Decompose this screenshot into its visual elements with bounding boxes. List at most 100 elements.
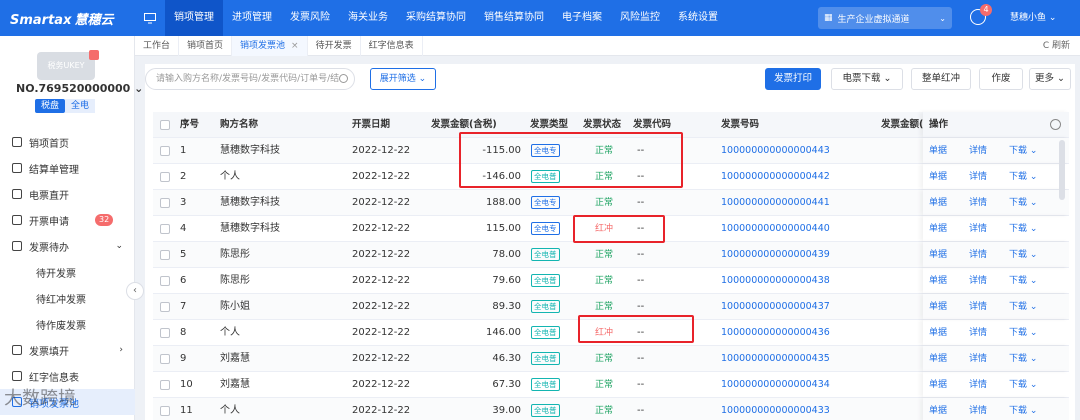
row-checkbox[interactable] (160, 146, 170, 156)
invoice-number-link[interactable]: 100000000000000438 (721, 268, 830, 294)
nav-purchase[interactable]: 进项管理 (223, 0, 281, 36)
user-menu[interactable]: 慧穗小鱼 ⌄ (1010, 0, 1056, 36)
row-checkbox[interactable] (160, 198, 170, 208)
doc-link[interactable]: 单据 (929, 190, 947, 216)
nav-risk-monitor[interactable]: 风险监控 (611, 0, 669, 36)
download-dropdown[interactable]: 下载 ⌄ (1009, 242, 1037, 268)
tab-pending-issue[interactable]: 待开发票 (308, 35, 361, 56)
row-checkbox[interactable] (160, 172, 170, 182)
tab-workbench[interactable]: 工作台 (135, 35, 180, 56)
tab-sales-home[interactable]: 销项首页 (179, 35, 233, 56)
void-button[interactable]: 作废 (979, 68, 1023, 90)
sidebar-item-e-invoice[interactable]: 电票直开 (0, 181, 135, 207)
sidebar-item-fill[interactable]: 发票填开 › (0, 337, 135, 363)
nav-customs[interactable]: 海关业务 (339, 0, 397, 36)
print-invoice-button[interactable]: 发票打印 (765, 68, 821, 90)
table-row[interactable]: 10 刘嘉慧 2022-12-22 67.30 全电普 正常 -- 1000000000000… (153, 372, 1069, 398)
table-row[interactable]: 3 慧穗数字科技 2022-12-22 188.00 全电专 正常 -- 1000000000… (153, 190, 1069, 216)
row-checkbox[interactable] (160, 276, 170, 286)
download-dropdown[interactable]: 下载 ⌄ (1009, 320, 1037, 346)
invoice-number-link[interactable]: 100000000000000434 (721, 372, 830, 398)
nav-invoice-risk[interactable]: 发票风险 (281, 0, 339, 36)
detail-link[interactable]: 详情 (969, 372, 987, 398)
doc-link[interactable]: 单据 (929, 138, 947, 164)
detail-link[interactable]: 详情 (969, 268, 987, 294)
mode-taxdisk[interactable]: 税盘 (35, 99, 65, 113)
more-button[interactable]: 更多 ⌄ (1029, 68, 1071, 90)
sidebar-item-sales-home[interactable]: 销项首页 (0, 129, 135, 155)
detail-link[interactable]: 详情 (969, 164, 987, 190)
detail-link[interactable]: 详情 (969, 346, 987, 372)
doc-link[interactable]: 单据 (929, 346, 947, 372)
detail-link[interactable]: 详情 (969, 242, 987, 268)
invoice-number-link[interactable]: 100000000000000435 (721, 346, 830, 372)
detail-link[interactable]: 详情 (969, 398, 987, 420)
download-dropdown[interactable]: 下载 ⌄ (1009, 164, 1037, 190)
tab-invoice-pool[interactable]: 销项发票池 × (232, 35, 308, 56)
invoice-number-link[interactable]: 100000000000000439 (721, 242, 830, 268)
download-dropdown[interactable]: 下载 ⌄ (1009, 138, 1037, 164)
doc-link[interactable]: 单据 (929, 268, 947, 294)
nav-settings[interactable]: 系统设置 (669, 0, 727, 36)
download-dropdown[interactable]: 下载 ⌄ (1009, 372, 1037, 398)
nav-sales-settlement[interactable]: 销售结算协同 (475, 0, 553, 36)
row-checkbox[interactable] (160, 354, 170, 364)
invoice-number-link[interactable]: 100000000000000441 (721, 190, 830, 216)
detail-link[interactable]: 详情 (969, 190, 987, 216)
invoice-number-link[interactable]: 100000000000000443 (721, 138, 830, 164)
column-settings-icon[interactable] (1050, 119, 1061, 130)
row-checkbox[interactable] (160, 302, 170, 312)
row-checkbox[interactable] (160, 406, 170, 416)
ukey-device[interactable]: 税务UKEY (37, 50, 99, 80)
sidebar-collapse-button[interactable]: ‹ (126, 282, 144, 300)
tax-number-selector[interactable]: NO.769520000000 ⌄ (16, 82, 143, 95)
doc-link[interactable]: 单据 (929, 372, 947, 398)
sidebar-item-todo[interactable]: 发票待办 ⌄ (0, 233, 135, 259)
row-checkbox[interactable] (160, 380, 170, 390)
doc-link[interactable]: 单据 (929, 164, 947, 190)
download-dropdown[interactable]: 下载 ⌄ (1009, 268, 1037, 294)
row-checkbox[interactable] (160, 328, 170, 338)
download-dropdown[interactable]: 下载 ⌄ (1009, 398, 1037, 420)
nav-e-archive[interactable]: 电子档案 (553, 0, 611, 36)
invoice-number-link[interactable]: 100000000000000436 (721, 320, 830, 346)
doc-link[interactable]: 单据 (929, 216, 947, 242)
vertical-scrollbar[interactable] (1059, 140, 1065, 200)
nav-sales[interactable]: 销项管理 (165, 0, 223, 36)
download-dropdown[interactable]: 下载 ⌄ (1009, 190, 1037, 216)
invoice-number-link[interactable]: 100000000000000442 (721, 164, 830, 190)
doc-link[interactable]: 单据 (929, 242, 947, 268)
detail-link[interactable]: 详情 (969, 320, 987, 346)
table-row[interactable]: 11 个人 2022-12-22 39.00 全电普 正常 -- 10000000000000… (153, 398, 1069, 420)
expand-filter-button[interactable]: 展开筛选 ⌄ (370, 68, 436, 90)
detail-link[interactable]: 详情 (969, 294, 987, 320)
logo[interactable]: Smartax 慧穗云 (0, 9, 135, 28)
download-dropdown[interactable]: 下载 ⌄ (1009, 216, 1037, 242)
whole-red-button[interactable]: 整单红冲 (911, 68, 971, 90)
detail-link[interactable]: 详情 (969, 138, 987, 164)
table-row[interactable]: 5 陈思彤 2022-12-22 78.00 全电普 正常 -- 10000000000000… (153, 242, 1069, 268)
sidebar-item-pending-issue[interactable]: 待开发票 (0, 259, 135, 285)
sidebar-item-apply[interactable]: 开票申请 32 (0, 207, 135, 233)
download-invoice-button[interactable]: 电票下载 ⌄ (831, 68, 903, 90)
invoice-number-link[interactable]: 100000000000000433 (721, 398, 830, 420)
nav-purchase-settlement[interactable]: 采购结算协同 (397, 0, 475, 36)
row-checkbox[interactable] (160, 224, 170, 234)
download-dropdown[interactable]: 下载 ⌄ (1009, 294, 1037, 320)
doc-link[interactable]: 单据 (929, 294, 947, 320)
sidebar-item-pending-red[interactable]: 待红冲发票 (0, 285, 135, 311)
detail-link[interactable]: 详情 (969, 216, 987, 242)
doc-link[interactable]: 单据 (929, 398, 947, 420)
select-all-checkbox[interactable] (160, 120, 170, 130)
download-dropdown[interactable]: 下载 ⌄ (1009, 346, 1037, 372)
monitor-icon[interactable] (135, 12, 165, 24)
channel-selector[interactable]: ▦ 生产企业虚拟通道 ⌄ (818, 7, 952, 29)
sidebar-item-settlement[interactable]: 结算单管理 (0, 155, 135, 181)
invoice-number-link[interactable]: 100000000000000440 (721, 216, 830, 242)
invoice-number-link[interactable]: 100000000000000437 (721, 294, 830, 320)
row-checkbox[interactable] (160, 250, 170, 260)
tab-red-info[interactable]: 红字信息表 (361, 35, 423, 56)
table-row[interactable]: 6 陈思彤 2022-12-22 79.60 全电普 正常 -- 10000000000000… (153, 268, 1069, 294)
refresh-button[interactable]: C 刷新 (1043, 36, 1070, 56)
close-icon[interactable]: × (291, 41, 299, 51)
